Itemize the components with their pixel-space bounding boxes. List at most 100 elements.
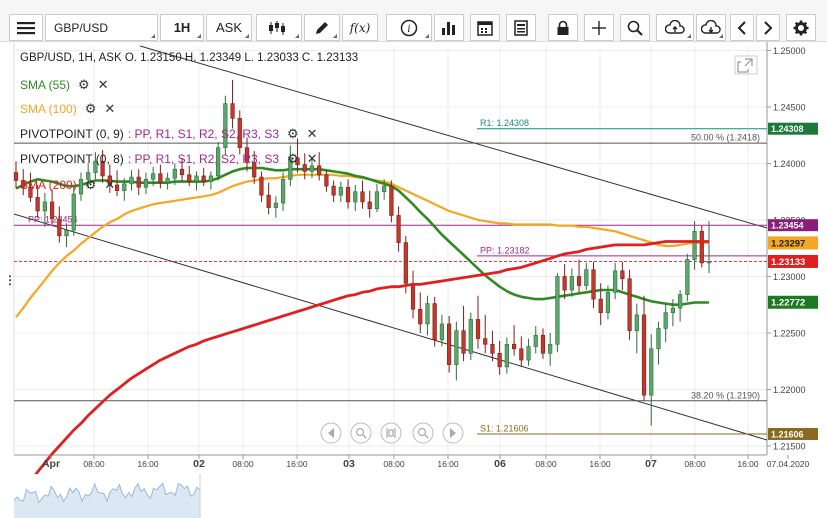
candle-down xyxy=(540,334,546,354)
volume-button[interactable] xyxy=(434,14,464,41)
indicator-params: : PP, R1, S1, R2, S2, R3, S3 xyxy=(127,152,280,166)
lock-button[interactable] xyxy=(548,14,578,41)
candle-down xyxy=(410,282,416,310)
candle-up xyxy=(526,346,531,361)
candle-down xyxy=(576,276,582,286)
x-tick-label: 16:00 xyxy=(286,459,308,469)
candle-up xyxy=(678,294,683,309)
upload-button[interactable] xyxy=(656,14,694,41)
reset-zoom-button[interactable] xyxy=(380,422,402,444)
x-tick-label: 07 xyxy=(645,458,657,470)
chart-type-button[interactable] xyxy=(256,14,302,41)
zoom-button[interactable] xyxy=(620,14,650,41)
x-tick-label: 03 xyxy=(343,458,355,470)
reset-zoom-button-circle xyxy=(380,422,402,444)
calendar-icon xyxy=(477,20,493,36)
zoom-out-button-circle xyxy=(350,422,372,444)
menu-button[interactable] xyxy=(9,14,43,41)
x-tick-label: 06 xyxy=(494,458,506,470)
candle-down xyxy=(179,168,185,176)
level-label: S1: 1.21606 xyxy=(480,423,529,433)
x-tick-label: 08:00 xyxy=(535,459,557,469)
gear-icon[interactable]: ⚙ xyxy=(85,101,97,117)
candle-up xyxy=(634,314,639,332)
close-icon[interactable]: ✕ xyxy=(98,77,109,93)
candle-down xyxy=(360,191,365,203)
indicator-params: : PP, R1, S1, R2, S2, R3, S3 xyxy=(127,127,280,141)
info-button[interactable]: i xyxy=(386,14,432,41)
x-tick-label: 16:00 xyxy=(437,459,459,469)
close-icon[interactable]: ✕ xyxy=(307,126,318,142)
news-icon xyxy=(514,19,528,36)
gear-icon[interactable]: ⚙ xyxy=(287,126,299,142)
candle-down xyxy=(35,197,40,212)
scroll-right-button[interactable] xyxy=(756,14,780,41)
close-icon[interactable]: ✕ xyxy=(104,177,115,193)
y-tick-label: 1.22000 xyxy=(773,385,806,395)
x-tick-label: Apr xyxy=(42,458,60,470)
gear-icon[interactable]: ⚙ xyxy=(78,77,90,93)
candle-down xyxy=(324,174,329,187)
candle-up xyxy=(151,173,156,180)
price-side-selector[interactable]: ASK xyxy=(206,14,252,41)
gear-icon[interactable]: ⚙ xyxy=(85,177,97,193)
candle-down xyxy=(389,185,394,216)
navigator-overview[interactable] xyxy=(0,474,770,518)
candle-down xyxy=(483,338,488,345)
x-tick-label: 08:00 xyxy=(232,459,254,469)
candle-up xyxy=(338,186,343,196)
candle-down xyxy=(418,308,423,325)
candle-up xyxy=(548,343,553,354)
indicators-button[interactable]: f(x) xyxy=(342,14,378,41)
interval-selector[interactable]: 1H xyxy=(160,14,204,41)
indicator-row[interactable]: PIVOTPOINT (0, 9): PP, R1, S1, R2, S2, R… xyxy=(20,125,318,143)
draw-pencil-icon xyxy=(316,21,328,34)
candle-down xyxy=(562,276,567,291)
candle-down xyxy=(317,165,322,176)
bar-chart-icon xyxy=(442,21,455,35)
candle-down xyxy=(57,218,62,237)
candle-down xyxy=(497,353,502,368)
price-tag-label: 1.23133 xyxy=(771,257,805,268)
zoom-out-button[interactable] xyxy=(350,422,372,444)
download-button[interactable] xyxy=(696,14,726,41)
candle-down xyxy=(367,201,372,209)
settings-button[interactable] xyxy=(786,14,816,41)
zoom-in-button[interactable] xyxy=(412,422,434,444)
calendar-button[interactable] xyxy=(470,14,500,41)
y-tick-label: 1.24000 xyxy=(773,159,806,169)
x-tick-label: 16:00 xyxy=(737,459,759,469)
x-tick-label: 07.04.2020 xyxy=(767,459,810,469)
indicator-row[interactable]: SMA (100) ⚙ ✕ xyxy=(20,100,115,118)
draw-tools-button[interactable] xyxy=(304,14,340,41)
indicator-row[interactable]: PIVOTPOINT (0, 8): PP, R1, S1, R2, S2, R… xyxy=(20,150,318,168)
candle-up xyxy=(165,177,170,184)
indicator-label: PIVOTPOINT (0, 9) xyxy=(20,127,124,141)
scroll-left-button[interactable] xyxy=(730,14,754,41)
gear-icon[interactable]: ⚙ xyxy=(287,151,299,167)
candle-down xyxy=(49,201,55,220)
indicator-row[interactable]: SMA (55) ⚙ ✕ xyxy=(20,76,109,94)
news-button[interactable] xyxy=(506,14,536,41)
close-icon[interactable]: ✕ xyxy=(307,151,318,167)
candle-up xyxy=(692,230,697,260)
candle-up xyxy=(42,201,47,212)
pan-right-button[interactable] xyxy=(442,422,464,444)
chevron-right-icon xyxy=(764,20,773,35)
symbol-selector[interactable]: GBP/USD xyxy=(45,14,158,41)
lock-icon xyxy=(557,20,569,35)
close-icon[interactable]: ✕ xyxy=(104,101,115,117)
crosshair-button[interactable] xyxy=(584,14,614,41)
candle-up xyxy=(685,259,690,295)
candlestick-chart[interactable]: 1.250001.245001.240001.235001.230001.225… xyxy=(0,42,827,474)
candle-down xyxy=(266,194,271,208)
pan-left-button[interactable] xyxy=(320,422,342,444)
indicator-label: PIVOTPOINT (0, 8) xyxy=(20,152,124,166)
candle-up xyxy=(71,193,76,231)
candle-up xyxy=(382,185,387,193)
price-tag-label: 1.23297 xyxy=(771,238,805,249)
candle-up xyxy=(129,176,134,185)
candle-up xyxy=(555,276,560,345)
indicator-row[interactable]: SMA (200) ⚙ ✕ xyxy=(20,176,115,194)
y-tick-label: 1.23000 xyxy=(773,272,806,282)
